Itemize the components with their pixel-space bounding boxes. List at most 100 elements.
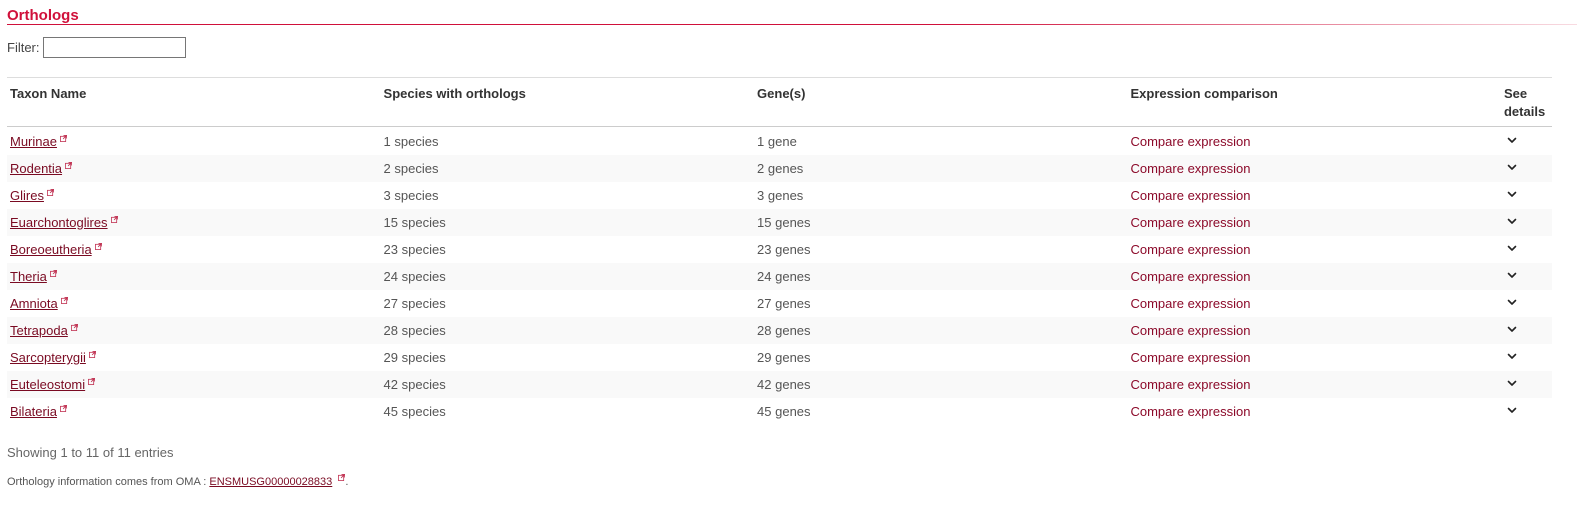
species-count-cell: 15 species bbox=[380, 209, 755, 236]
taxon-link[interactable]: Bilateria bbox=[10, 404, 57, 419]
expression-cell: Compare expression bbox=[1127, 155, 1501, 182]
header-see-details[interactable]: See details bbox=[1500, 77, 1552, 127]
header-taxon-name[interactable]: Taxon Name bbox=[7, 77, 381, 127]
compare-expression-link[interactable]: Compare expression bbox=[1130, 323, 1250, 338]
compare-expression-link[interactable]: Compare expression bbox=[1130, 350, 1250, 365]
external-link-icon[interactable] bbox=[70, 324, 78, 331]
expression-cell: Compare expression bbox=[1127, 209, 1501, 236]
gene-count-cell: 27 genes bbox=[757, 296, 811, 311]
external-link-icon[interactable] bbox=[60, 297, 68, 304]
external-link-icon[interactable] bbox=[65, 162, 73, 169]
taxon-link[interactable]: Euarchontoglires bbox=[10, 215, 108, 230]
taxon-link[interactable]: Rodentia bbox=[10, 161, 62, 176]
header-see-details-line1: See bbox=[1503, 86, 1528, 101]
chevron-down-icon[interactable] bbox=[1506, 161, 1518, 173]
header-see-details-line2: details bbox=[1503, 104, 1546, 119]
footer-suffix: . bbox=[345, 476, 349, 488]
chevron-down-icon[interactable] bbox=[1506, 269, 1518, 281]
details-cell bbox=[1500, 209, 1552, 236]
taxon-link[interactable]: Glires bbox=[10, 188, 44, 203]
chevron-down-icon[interactable] bbox=[1506, 242, 1518, 254]
chevron-down-icon[interactable] bbox=[1506, 377, 1518, 389]
gene-count-cell: 23 genes bbox=[757, 242, 811, 257]
table-header-row: Taxon Name Species with orthologs Gene(s… bbox=[7, 77, 1552, 127]
expression-cell: Compare expression bbox=[1127, 263, 1501, 290]
compare-expression-link[interactable]: Compare expression bbox=[1130, 377, 1250, 392]
chevron-down-icon[interactable] bbox=[1506, 134, 1518, 146]
table-row: Theria 24 species 24 genes Compare expressi… bbox=[7, 263, 1552, 290]
table-row: Bilateria 45 species 45 genes Compare expre… bbox=[7, 398, 1552, 425]
external-link-icon[interactable] bbox=[49, 270, 57, 277]
taxon-cell: Tetrapoda bbox=[7, 317, 381, 344]
compare-expression-link[interactable]: Compare expression bbox=[1130, 296, 1250, 311]
taxon-cell: Murinae bbox=[7, 127, 381, 156]
species-count-cell: 23 species bbox=[383, 242, 446, 257]
gene-count-cell: 29 genes bbox=[757, 350, 811, 365]
expression-cell: Compare expression bbox=[1127, 236, 1501, 263]
compare-expression-link[interactable]: Compare expression bbox=[1130, 404, 1250, 419]
taxon-link[interactable]: Amniota bbox=[10, 296, 58, 311]
filter-row: Filter: bbox=[7, 37, 186, 58]
compare-expression-link[interactable]: Compare expression bbox=[1130, 215, 1250, 230]
details-cell bbox=[1501, 398, 1552, 425]
species-count-cell: 3 species bbox=[383, 188, 439, 203]
species-count-cell: 45 species bbox=[383, 404, 446, 419]
table-row: Rodentia 2 species 2 genes Compare expressi… bbox=[7, 155, 1552, 182]
details-cell bbox=[1501, 236, 1552, 263]
taxon-link[interactable]: Murinae bbox=[10, 134, 57, 149]
taxon-link[interactable]: Sarcopterygii bbox=[10, 350, 86, 365]
external-link-icon[interactable] bbox=[88, 378, 96, 385]
pagination-info: Showing 1 to 11 of 11 entries bbox=[7, 445, 174, 460]
chevron-down-icon[interactable] bbox=[1506, 404, 1518, 416]
table-row: Euteleostomi 42 species 42 genes Compare ex… bbox=[7, 371, 1552, 398]
taxon-cell: Boreoeutheria bbox=[7, 236, 381, 263]
taxon-cell: Sarcopterygii bbox=[7, 344, 381, 371]
chevron-down-icon[interactable] bbox=[1506, 323, 1518, 335]
species-count-cell: 2 species bbox=[380, 155, 755, 182]
expression-cell: Compare expression bbox=[1127, 398, 1501, 425]
table-row: Glires 3 species 3 genes Compare expression bbox=[7, 182, 1552, 209]
external-link-icon[interactable] bbox=[94, 243, 102, 250]
table-row: Euarchontoglires 15 species 15 genes Compar… bbox=[7, 209, 1552, 236]
table-row: Tetrapoda 28 species 28 genes Compare expre… bbox=[7, 317, 1552, 344]
header-species-with-orthologs[interactable]: Species with orthologs bbox=[380, 77, 755, 127]
chevron-down-icon[interactable] bbox=[1506, 215, 1518, 227]
external-link-icon[interactable] bbox=[60, 134, 67, 142]
external-link-icon[interactable] bbox=[110, 216, 118, 223]
header-expression-comparison[interactable]: Expression comparison bbox=[1127, 77, 1501, 127]
oma-gene-link[interactable]: ENSMUSG00000028833 bbox=[209, 476, 332, 488]
details-cell bbox=[1500, 371, 1552, 398]
taxon-link[interactable]: Theria bbox=[10, 269, 47, 284]
external-link-icon[interactable] bbox=[88, 351, 96, 358]
external-link-icon[interactable] bbox=[60, 405, 67, 412]
compare-expression-link[interactable]: Compare expression bbox=[1130, 188, 1250, 203]
chevron-down-icon[interactable] bbox=[1506, 188, 1518, 200]
taxon-cell: Euteleostomi bbox=[7, 371, 381, 398]
taxon-link[interactable]: Tetrapoda bbox=[10, 323, 68, 338]
species-count-cell: 27 species bbox=[383, 296, 446, 311]
gene-count-cell: 2 genes bbox=[754, 155, 1128, 182]
species-count-cell: 29 species bbox=[383, 350, 446, 365]
species-count-cell: 42 species bbox=[380, 371, 755, 398]
table-row: Murinae 1 species 1 gene Compare expression bbox=[7, 127, 1552, 156]
compare-expression-link[interactable]: Compare expression bbox=[1130, 269, 1250, 284]
expression-cell: Compare expression bbox=[1127, 127, 1501, 156]
compare-expression-link[interactable]: Compare expression bbox=[1130, 242, 1250, 257]
chevron-down-icon[interactable] bbox=[1506, 350, 1518, 362]
gene-count-cell: 24 genes bbox=[754, 263, 1128, 290]
header-genes[interactable]: Gene(s) bbox=[754, 77, 1128, 127]
filter-input[interactable] bbox=[42, 37, 186, 58]
species-count-cell: 24 species bbox=[380, 263, 755, 290]
gene-count-cell: 15 genes bbox=[754, 209, 1128, 236]
gene-count-cell: 1 gene bbox=[757, 133, 797, 149]
taxon-link[interactable]: Euteleostomi bbox=[10, 377, 85, 392]
section-title: Orthologs bbox=[7, 7, 79, 24]
external-link-icon[interactable] bbox=[46, 189, 54, 196]
details-cell bbox=[1500, 263, 1552, 290]
details-cell bbox=[1500, 317, 1552, 344]
details-cell bbox=[1501, 182, 1552, 209]
taxon-link[interactable]: Boreoeutheria bbox=[10, 242, 92, 257]
compare-expression-link[interactable]: Compare expression bbox=[1130, 134, 1250, 149]
chevron-down-icon[interactable] bbox=[1506, 296, 1518, 308]
compare-expression-link[interactable]: Compare expression bbox=[1130, 161, 1250, 176]
